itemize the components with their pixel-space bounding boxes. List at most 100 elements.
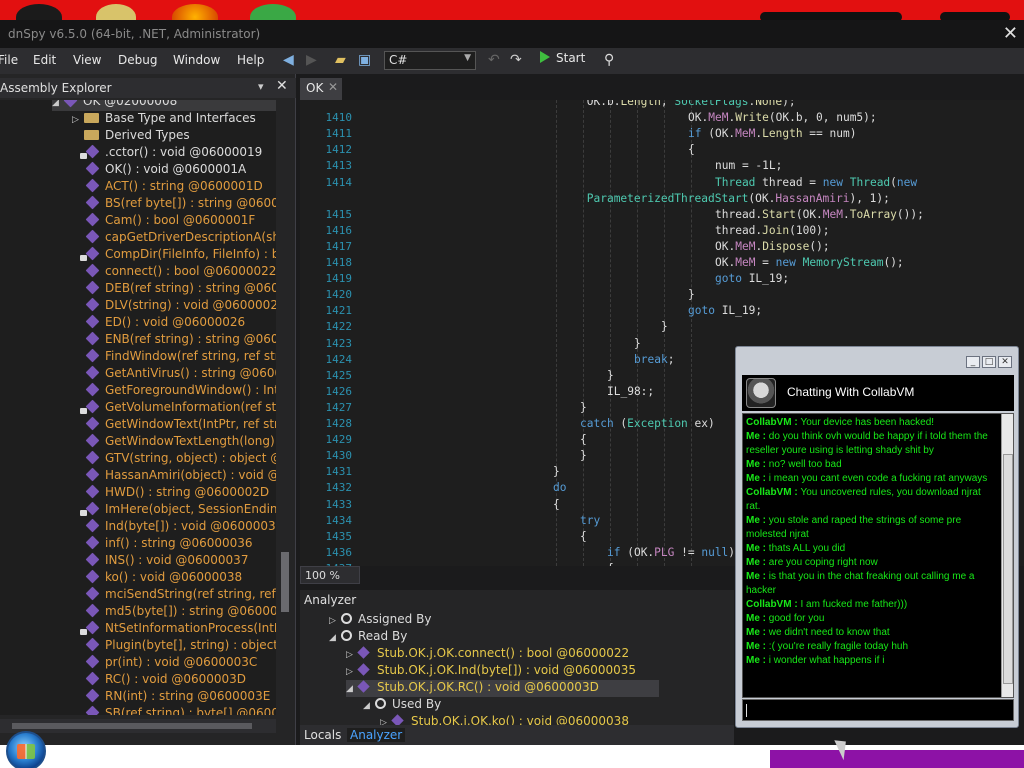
method-icon — [85, 280, 100, 295]
tab-locals[interactable]: Locals — [304, 728, 341, 742]
tree-method-item[interactable]: connect() : bool @06000022 — [85, 263, 276, 281]
expanded-arrow-icon[interactable]: ◢ — [52, 100, 64, 108]
tree-method-item[interactable]: DEB(ref string) : string @0600002 — [85, 280, 276, 298]
analyzer-row[interactable]: ▷ Stub.OK.j.OK.connect() : bool @06000022 — [346, 646, 629, 663]
method-icon — [85, 314, 100, 329]
tree-method-item[interactable]: NtSetInformationProcess(IntPtr, — [80, 620, 276, 638]
expanded-arrow-icon[interactable]: ◢ — [363, 701, 375, 711]
tree-method-item[interactable]: inf() : string @06000036 — [85, 535, 253, 553]
tree-method-item[interactable]: Plugin(byte[], string) : object @0 — [85, 637, 276, 655]
tree-method-item[interactable]: BS(ref byte[]) : string @0600001E — [85, 195, 276, 213]
tree-method-item[interactable]: FindWindow(ref string, ref string — [85, 348, 276, 366]
menu-file[interactable]: File — [0, 53, 18, 67]
forward-icon[interactable]: ▶ — [306, 52, 317, 68]
analyzer-row[interactable]: ◢ Read By — [329, 629, 407, 646]
minimize-button[interactable]: _ — [966, 356, 980, 368]
analyzer-row[interactable]: ▷ Stub.OK.j.OK.Ind(byte[]) : void @060000… — [346, 663, 636, 680]
tree-method-item[interactable]: md5(byte[]) : string @06000039 — [85, 603, 276, 621]
undo-icon[interactable]: ↶ — [488, 52, 500, 68]
tree-method-item[interactable]: OK() : void @0600001A — [85, 161, 246, 179]
tree-method-item[interactable]: HWD() : string @0600002D — [85, 484, 269, 502]
expanded-arrow-icon[interactable]: ◢ — [329, 633, 341, 643]
expanded-arrow-icon[interactable]: ◢ — [346, 684, 358, 694]
tree-method-item[interactable]: GetAntiVirus() : string @0600002 — [85, 365, 276, 383]
tab-ok[interactable]: OK ✕ — [300, 78, 342, 100]
chat-message: Me : we didn't need to know that — [746, 626, 996, 640]
close-panel-button[interactable]: ✕ — [276, 78, 288, 94]
tree-method-item[interactable]: CompDir(FileInfo, FileInfo) : boo — [80, 246, 276, 264]
tree-item-label: capGetDriverDescriptionA(short, — [105, 230, 276, 244]
scroll-thumb[interactable] — [12, 723, 252, 729]
chat-log[interactable]: CollabVM : Your device has been hacked! M… — [742, 413, 1014, 698]
start-menu-button[interactable] — [6, 731, 46, 768]
analyzer-row[interactable]: ◢ Stub.OK.j.OK.RC() : void @0600003D — [346, 680, 659, 697]
tree-method-item[interactable]: RC() : void @0600003D — [85, 671, 246, 689]
tab-analyzer[interactable]: Analyzer — [347, 728, 406, 742]
tree-method-item[interactable]: ImHere(object, SessionEndingEv — [80, 501, 276, 519]
tree-method-item[interactable]: GTV(string, object) : object @06 — [85, 450, 276, 468]
scroll-thumb[interactable] — [1003, 454, 1013, 684]
collapsed-arrow-icon[interactable]: ▷ — [346, 650, 358, 660]
chat-vscrollbar[interactable] — [1001, 414, 1013, 697]
search-icon[interactable]: ⚲ — [604, 52, 614, 68]
collapsed-arrow-icon[interactable]: ▷ — [72, 115, 84, 125]
tree-class-item[interactable]: ◢ OK @02000008 — [52, 100, 276, 111]
tree-method-item[interactable]: ENB(ref string) : string @0600002 — [85, 331, 276, 349]
collapsed-arrow-icon[interactable]: ▷ — [329, 616, 341, 626]
analyzer-row[interactable]: ◢ Used By — [363, 697, 441, 714]
assembly-tree-hscrollbar[interactable] — [0, 719, 276, 733]
bottom-tab-strip: Locals Analyzer — [300, 725, 734, 745]
pin-icon[interactable]: ▾ — [258, 80, 264, 93]
tree-method-item[interactable]: ED() : void @06000026 — [85, 314, 245, 332]
tree-method-item[interactable]: GetForegroundWindow() : IntPtr — [85, 382, 276, 400]
taskbar-item[interactable] — [770, 750, 1024, 768]
tree-method-item[interactable]: INS() : void @06000037 — [85, 552, 248, 570]
tree-method-item[interactable]: Cam() : bool @0600001F — [85, 212, 255, 230]
start-debug-button[interactable]: Start — [540, 51, 585, 71]
tree-method-item[interactable]: ACT() : string @0600001D — [85, 178, 263, 196]
tree-method-item[interactable]: capGetDriverDescriptionA(short, — [85, 229, 276, 247]
desktop-icon[interactable] — [250, 4, 296, 20]
collapsed-arrow-icon[interactable]: ▷ — [346, 667, 358, 677]
menu-debug[interactable]: Debug — [118, 53, 157, 67]
tree-method-item[interactable]: HassanAmiri(object) : void @06 — [85, 467, 276, 485]
tree-method-item[interactable]: GetWindowText(IntPtr, ref string — [85, 416, 276, 434]
tree-method-item[interactable]: mciSendString(ref string, ref stri — [85, 586, 276, 604]
tree-method-item[interactable]: GetWindowTextLength(long) : i — [85, 433, 276, 451]
back-icon[interactable]: ◀ — [283, 52, 294, 68]
menu-window[interactable]: Window — [173, 53, 220, 67]
chat-input[interactable] — [742, 699, 1014, 721]
desktop-icon[interactable] — [16, 4, 62, 20]
zoom-level[interactable]: 100 % — [300, 566, 360, 584]
method-icon — [85, 569, 100, 584]
analyzer-row[interactable]: ▷ Assigned By — [329, 612, 431, 629]
tree-folder-item[interactable]: ▷ Base Type and Interfaces — [72, 111, 256, 128]
close-window-button[interactable]: ✕ — [1003, 23, 1018, 44]
tree-method-item[interactable]: .cctor() : void @06000019 — [80, 144, 262, 162]
maximize-button[interactable]: □ — [982, 356, 996, 368]
menu-help[interactable]: Help — [237, 53, 264, 67]
language-select[interactable]: C# ▼ — [384, 51, 476, 70]
tree-method-item[interactable]: GetVolumeInformation(ref string — [80, 399, 276, 417]
assembly-tree-vscrollbar[interactable] — [278, 100, 292, 718]
close-tab-button[interactable]: ✕ — [328, 80, 338, 94]
analyzer-tree[interactable]: ▷ Assigned By ◢ Read By ▷ Stub.OK.j.OK.connec… — [300, 610, 720, 745]
tree-method-item[interactable]: Ind(byte[]) : void @06000035 — [85, 518, 276, 536]
redo-icon[interactable]: ↷ — [510, 52, 522, 68]
desktop-icon[interactable] — [172, 4, 218, 20]
tree-method-item[interactable]: pr(int) : void @0600003C — [85, 654, 257, 672]
tree-method-item[interactable]: RN(int) : string @0600003E — [85, 688, 270, 706]
assembly-tree[interactable]: ◢ OK @02000008 ▷ Base Type and Interfaces De… — [0, 100, 276, 715]
open-folder-icon[interactable]: ▰ — [335, 52, 346, 68]
tree-method-item[interactable]: SB(ref string) : byte[] @0600003F — [85, 705, 276, 715]
close-chat-button[interactable]: ✕ — [998, 356, 1012, 368]
tree-folder-item[interactable]: Derived Types — [72, 128, 190, 145]
save-icon[interactable]: ▣ — [358, 52, 371, 68]
tree-method-item[interactable]: ko() : void @06000038 — [85, 569, 242, 587]
menu-view[interactable]: View — [73, 53, 101, 67]
desktop-icon[interactable] — [96, 4, 136, 20]
tree-method-item[interactable]: DLV(string) : void @06000025 — [85, 297, 276, 315]
scroll-thumb[interactable] — [281, 552, 289, 612]
menu-edit[interactable]: Edit — [33, 53, 56, 67]
method-icon — [85, 620, 100, 635]
